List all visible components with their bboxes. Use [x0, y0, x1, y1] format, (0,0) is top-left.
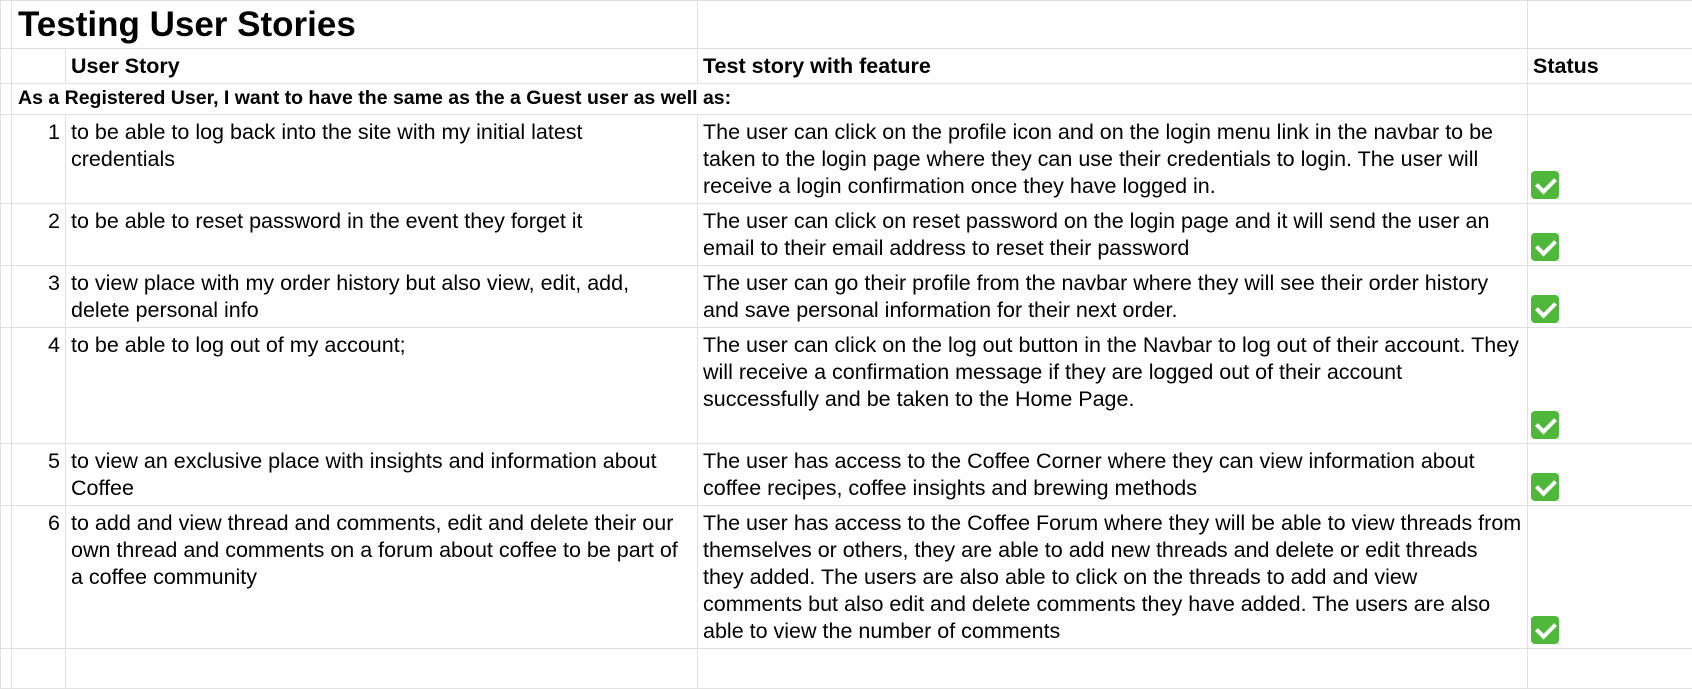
empty-row — [1, 649, 1692, 689]
status-cell[interactable] — [1528, 266, 1692, 328]
user-story-cell[interactable]: to be able to reset password in the even… — [66, 204, 698, 266]
section-heading[interactable]: As a Registered User, I want to have the… — [12, 84, 1528, 115]
row-number[interactable]: 4 — [12, 328, 66, 444]
row-number[interactable]: 3 — [12, 266, 66, 328]
green-check-mark-icon — [1531, 295, 1559, 323]
status-cell[interactable] — [1528, 444, 1692, 506]
green-check-mark-icon — [1531, 473, 1559, 501]
status-cell[interactable] — [1528, 328, 1692, 444]
row-edge-cell[interactable] — [1, 649, 12, 689]
header-status[interactable]: Status — [1528, 49, 1692, 84]
section-row: As a Registered User, I want to have the… — [1, 84, 1692, 115]
table-row: 2 to be able to reset password in the ev… — [1, 204, 1692, 266]
test-story-cell[interactable]: The user can click on the log out button… — [698, 328, 1528, 444]
green-check-mark-icon — [1531, 616, 1559, 644]
user-story-cell[interactable]: to view an exclusive place with insights… — [66, 444, 698, 506]
header-row: User Story Test story with feature Statu… — [1, 49, 1692, 84]
test-story-cell[interactable]: The user has access to the Coffee Corner… — [698, 444, 1528, 506]
test-story-cell[interactable]: The user can go their profile from the n… — [698, 266, 1528, 328]
header-test-story[interactable]: Test story with feature — [698, 49, 1528, 84]
row-edge-cell[interactable] — [1, 49, 12, 84]
empty-cell[interactable] — [1528, 649, 1692, 689]
green-check-mark-icon — [1531, 171, 1559, 199]
row-number[interactable]: 1 — [12, 115, 66, 204]
status-cell[interactable] — [1528, 506, 1692, 649]
num-header-cell[interactable] — [12, 49, 66, 84]
row-number[interactable]: 6 — [12, 506, 66, 649]
test-story-cell[interactable]: The user can click on the profile icon a… — [698, 115, 1528, 204]
empty-cell[interactable] — [12, 649, 66, 689]
row-edge-cell[interactable] — [1, 266, 12, 328]
table-row: 6 to add and view thread and comments, e… — [1, 506, 1692, 649]
empty-cell[interactable] — [698, 1, 1528, 49]
empty-cell[interactable] — [1528, 84, 1692, 115]
header-user-story[interactable]: User Story — [66, 49, 698, 84]
title-row: Testing User Stories — [1, 1, 1692, 49]
table-row: 4 to be able to log out of my account; T… — [1, 328, 1692, 444]
table-row: 5 to view an exclusive place with insigh… — [1, 444, 1692, 506]
status-cell[interactable] — [1528, 115, 1692, 204]
row-number[interactable]: 2 — [12, 204, 66, 266]
user-story-cell[interactable]: to view place with my order history but … — [66, 266, 698, 328]
sheet-title[interactable]: Testing User Stories — [12, 1, 698, 49]
green-check-mark-icon — [1531, 233, 1559, 261]
empty-cell[interactable] — [698, 649, 1528, 689]
user-story-cell[interactable]: to be able to log back into the site wit… — [66, 115, 698, 204]
table-row: 3 to view place with my order history bu… — [1, 266, 1692, 328]
row-number[interactable]: 5 — [12, 444, 66, 506]
row-edge-cell[interactable] — [1, 204, 12, 266]
test-story-cell[interactable]: The user can click on reset password on … — [698, 204, 1528, 266]
row-edge-cell[interactable] — [1, 506, 12, 649]
status-cell[interactable] — [1528, 204, 1692, 266]
empty-cell[interactable] — [1528, 1, 1692, 49]
user-story-cell[interactable]: to be able to log out of my account; — [66, 328, 698, 444]
spreadsheet-grid: Testing User Stories User Story Test sto… — [0, 0, 1692, 689]
empty-cell[interactable] — [66, 649, 698, 689]
row-edge-cell[interactable] — [1, 115, 12, 204]
user-story-cell[interactable]: to add and view thread and comments, edi… — [66, 506, 698, 649]
table-row: 1 to be able to log back into the site w… — [1, 115, 1692, 204]
row-edge-cell[interactable] — [1, 1, 12, 49]
row-edge-cell[interactable] — [1, 328, 12, 444]
green-check-mark-icon — [1531, 411, 1559, 439]
row-edge-cell[interactable] — [1, 444, 12, 506]
test-story-cell[interactable]: The user has access to the Coffee Forum … — [698, 506, 1528, 649]
row-edge-cell[interactable] — [1, 84, 12, 115]
